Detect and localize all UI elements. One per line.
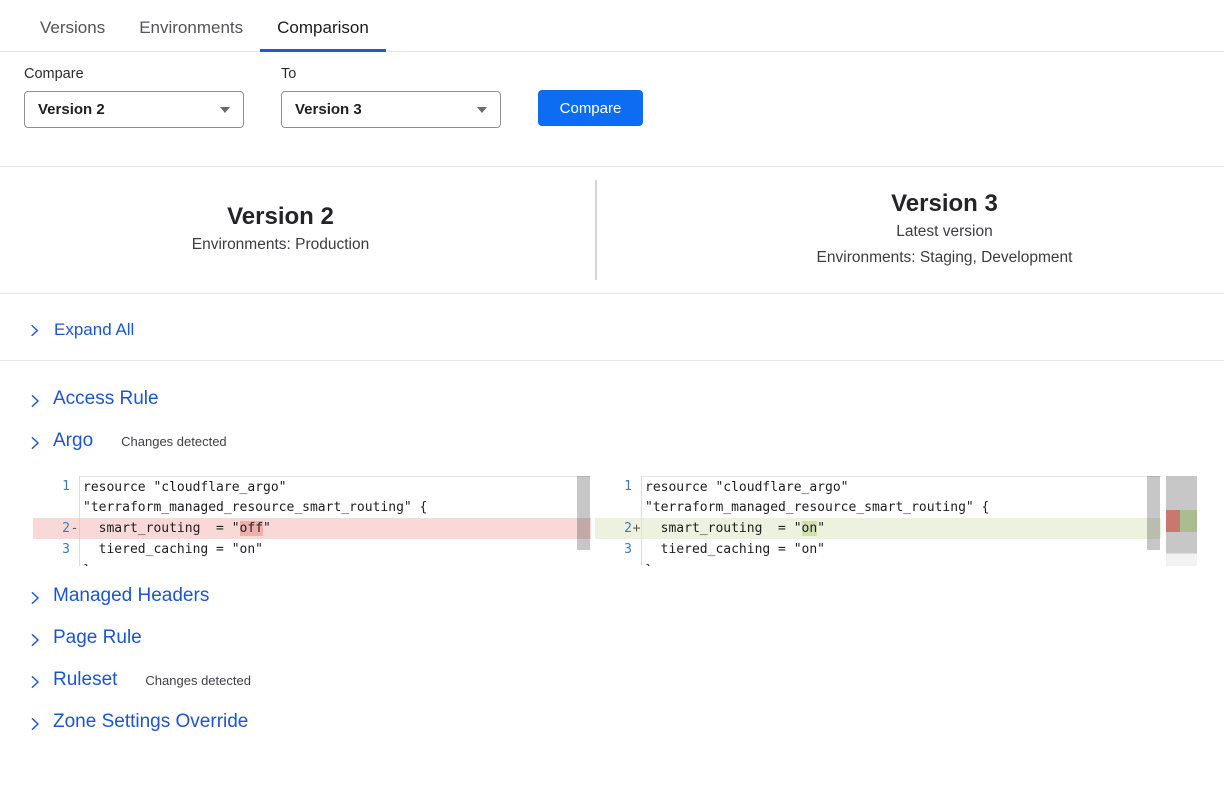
chevron-down-icon (220, 107, 230, 113)
chevron-right-icon (28, 717, 42, 731)
section-ruleset[interactable]: Ruleset Changes detected (28, 669, 1224, 693)
chevron-down-icon (477, 107, 487, 113)
diff-line: "terraform_managed_resource_smart_routin… (595, 497, 1197, 518)
section-label: Access Rule (53, 388, 159, 410)
chevron-right-icon (28, 436, 42, 450)
compare-form: Compare Version 2 To Version 3 Compare (0, 52, 1224, 128)
compare-from-select[interactable]: Version 2 (24, 91, 244, 128)
compare-label: Compare (24, 66, 244, 82)
tab-environments[interactable]: Environments (122, 16, 260, 51)
diff-line: 3 tiered_caching = "on" (33, 539, 591, 560)
diff-line: 1 resource "cloudflare_argo" (33, 476, 591, 497)
tab-comparison[interactable]: Comparison (260, 16, 386, 51)
version-left-environments: Environments: Production (192, 232, 369, 258)
diff-line: } (33, 560, 591, 566)
to-label: To (281, 66, 501, 82)
section-zone-settings-override[interactable]: Zone Settings Override (28, 711, 1224, 735)
diff-line: 1 resource "cloudflare_argo" (595, 476, 1197, 497)
removed-token: off (240, 521, 263, 536)
scrollbar-thumb[interactable] (1147, 476, 1160, 550)
diff-line-removed: 2- smart_routing = "off" (33, 518, 591, 539)
tab-versions[interactable]: Versions (23, 16, 122, 51)
section-argo[interactable]: Argo Changes detected (28, 430, 1224, 454)
scrollbar[interactable] (576, 476, 591, 566)
divider (0, 360, 1224, 361)
chevron-right-icon (28, 591, 42, 605)
compare-button[interactable]: Compare (538, 90, 643, 126)
expand-all-label: Expand All (54, 320, 134, 340)
section-access-rule[interactable]: Access Rule (28, 388, 1224, 412)
diff-overview-change-marker (1166, 510, 1197, 532)
version-right-latest-label: Latest version (896, 219, 993, 245)
version-right-title: Version 3 (891, 189, 998, 219)
diff-line: } (595, 560, 1197, 566)
compare-field: Compare Version 2 (24, 66, 244, 128)
chevron-right-icon (28, 324, 41, 337)
diff-overview-ruler[interactable] (1161, 476, 1197, 566)
chevron-right-icon (28, 633, 42, 647)
diff-line: "terraform_managed_resource_smart_routin… (33, 497, 591, 518)
compare-from-value: Version 2 (38, 101, 105, 118)
section-page-rule[interactable]: Page Rule (28, 627, 1224, 651)
version-right-header: Version 3 Latest version Environments: S… (597, 167, 1224, 293)
chevron-right-icon (28, 394, 42, 408)
section-label: Zone Settings Override (53, 711, 248, 733)
scrollbar-thumb[interactable] (577, 476, 590, 550)
chevron-right-icon (28, 675, 42, 689)
version-left-header: Version 2 Environments: Production (0, 167, 595, 293)
changes-detected-badge: Changes detected (145, 673, 251, 688)
version-right-environments: Environments: Staging, Development (817, 245, 1073, 271)
section-label: Page Rule (53, 627, 142, 649)
version-headers: Version 2 Environments: Production Versi… (0, 167, 1224, 293)
section-label: Managed Headers (53, 585, 209, 607)
section-label: Argo (53, 430, 93, 452)
diff-panel-right: 1 resource "cloudflare_argo" "terraform_… (595, 476, 1197, 566)
compare-to-value: Version 3 (295, 101, 362, 118)
version-left-title: Version 2 (227, 202, 334, 232)
changes-detected-badge: Changes detected (121, 434, 227, 449)
expand-all-button[interactable]: Expand All (0, 294, 1224, 360)
tab-bar: Versions Environments Comparison (0, 0, 1224, 52)
to-field: To Version 3 (281, 66, 501, 128)
diff-panel-left: 1 resource "cloudflare_argo" "terraform_… (33, 476, 591, 566)
compare-to-select[interactable]: Version 3 (281, 91, 501, 128)
diff-line-added: 2+ smart_routing = "on" (595, 518, 1197, 539)
section-label: Ruleset (53, 669, 117, 691)
diff-line: 3 tiered_caching = "on" (595, 539, 1197, 560)
argo-diff: 1 resource "cloudflare_argo" "terraform_… (33, 476, 1197, 566)
scrollbar[interactable] (1146, 476, 1161, 566)
added-token: on (802, 521, 818, 536)
section-managed-headers[interactable]: Managed Headers (28, 585, 1224, 609)
comparison-page: Versions Environments Comparison Compare… (0, 0, 1224, 788)
